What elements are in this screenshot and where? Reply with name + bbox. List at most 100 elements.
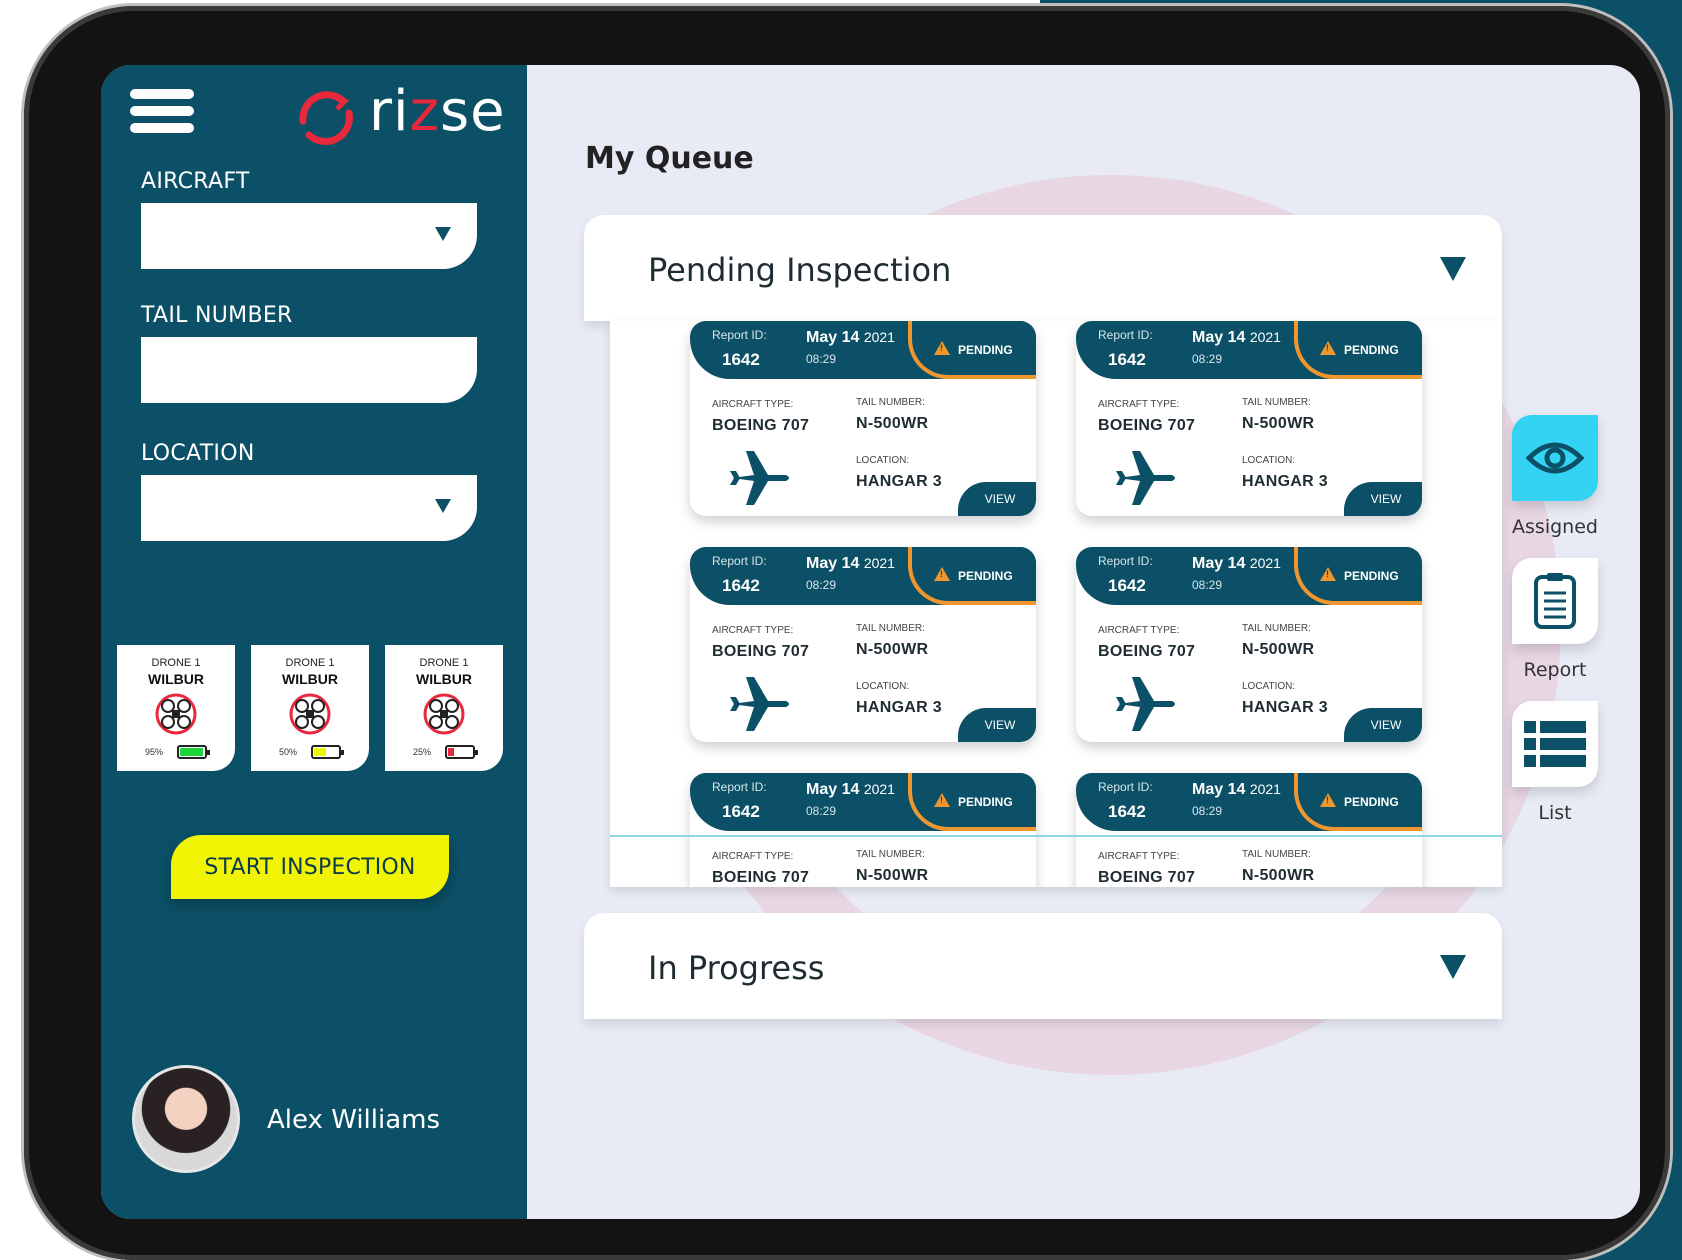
report-time: 08:29 (806, 352, 837, 366)
tail-number-value: N-500WR (856, 867, 929, 884)
location-value: HANGAR 3 (1242, 699, 1328, 716)
inspection-card[interactable]: Report ID: 1642 May 14 2021 08:29 PENDING AIR… (1076, 773, 1422, 887)
list-button[interactable] (1512, 701, 1598, 787)
airplane-icon (730, 451, 789, 505)
view-button[interactable]: VIEW (1344, 482, 1422, 516)
aircraft-type-value: BOEING 707 (712, 417, 810, 434)
status-badge: PENDING (1294, 547, 1422, 605)
tail-number-label: TAIL NUMBER: (1242, 397, 1311, 408)
inspection-card[interactable]: Report ID: 1642 May 14 2021 08:29 PENDING AIR… (690, 547, 1036, 742)
app-screen: rizse AIRCRAFT TAIL NUMBER LOCATION DRON… (101, 65, 1640, 1219)
report-id-label: Report ID: (712, 554, 767, 568)
airplane-icon (1116, 451, 1175, 505)
battery-icon (177, 745, 211, 759)
aircraft-type-value: BOEING 707 (1098, 643, 1196, 660)
warning-icon (1320, 793, 1336, 807)
view-button[interactable]: VIEW (958, 482, 1036, 516)
inspection-card[interactable]: Report ID: 1642 May 14 2021 08:29 PENDING AIR… (1076, 321, 1422, 516)
page-title: My Queue (585, 141, 754, 176)
status-badge: PENDING (1294, 773, 1422, 831)
tail-number-label: TAIL NUMBER: (1242, 849, 1311, 860)
section-in-progress[interactable]: In Progress (584, 913, 1502, 1019)
location-dropdown[interactable] (141, 475, 477, 541)
list-icon (1524, 721, 1586, 767)
aircraft-type-value: BOEING 707 (1098, 417, 1196, 434)
report-date: May 14 2021 (806, 781, 895, 798)
aircraft-type-label: AIRCRAFT TYPE: (1098, 625, 1180, 636)
inspection-card[interactable]: Report ID: 1642 May 14 2021 08:29 PENDING AIR… (690, 773, 1036, 887)
report-id: 1642 (722, 350, 760, 369)
aircraft-type-label: AIRCRAFT TYPE: (1098, 851, 1180, 862)
drone-name: WILBUR (282, 671, 338, 687)
drone-name: WILBUR (416, 671, 472, 687)
aircraft-dropdown[interactable] (141, 203, 477, 269)
tail-number-value: N-500WR (856, 415, 929, 432)
eye-icon (1526, 442, 1584, 474)
battery-icon (311, 745, 345, 759)
report-button[interactable] (1512, 558, 1598, 644)
report-id-label: Report ID: (1098, 780, 1153, 794)
start-inspection-button[interactable]: START INSPECTION (171, 835, 449, 899)
rizse-logo: rizse (291, 77, 541, 157)
tail-number-value: N-500WR (1242, 415, 1315, 432)
chevron-down-icon (435, 227, 451, 241)
aircraft-type-label: AIRCRAFT TYPE: (712, 625, 794, 636)
inspection-card[interactable]: Report ID: 1642 May 14 2021 08:29 PENDING AIR… (1076, 547, 1422, 742)
report-date: May 14 2021 (1192, 555, 1281, 572)
report-time: 08:29 (1192, 352, 1223, 366)
tail-number-label: TAIL NUMBER: (1242, 623, 1311, 634)
drone-icon (423, 693, 465, 735)
report-id-label: Report ID: (1098, 328, 1153, 342)
card-header: Report ID: 1642 May 14 2021 08:29 PENDING (1076, 547, 1422, 605)
location-label: LOCATION (141, 441, 255, 466)
card-header: Report ID: 1642 May 14 2021 08:29 PENDING (1076, 773, 1422, 831)
drone-card[interactable]: DRONE 1 WILBUR 95% (117, 645, 235, 771)
aircraft-type-label: AIRCRAFT TYPE: (712, 851, 794, 862)
warning-icon (934, 341, 950, 355)
chevron-down-icon (1440, 257, 1466, 281)
location-value: HANGAR 3 (856, 699, 942, 716)
menu-icon[interactable] (130, 89, 194, 133)
section-title: In Progress (648, 949, 825, 987)
status-badge: PENDING (908, 321, 1036, 379)
aircraft-type-value: BOEING 707 (1098, 869, 1196, 886)
pending-cards-container[interactable]: Report ID: 1642 May 14 2021 08:29 PENDING AIR… (610, 321, 1502, 887)
drone-sub: DRONE 1 (419, 657, 469, 669)
location-label: LOCATION: (856, 681, 910, 692)
tail-number-field[interactable] (141, 337, 477, 403)
report-id: 1642 (1108, 350, 1146, 369)
tail-number-value: N-500WR (1242, 867, 1315, 884)
drone-name: WILBUR (148, 671, 204, 687)
report-date: May 14 2021 (806, 329, 895, 346)
section-pending-inspection[interactable]: Pending Inspection (584, 215, 1502, 321)
assigned-button[interactable] (1512, 415, 1598, 501)
inspection-card[interactable]: Report ID: 1642 May 14 2021 08:29 PENDING AIR… (690, 321, 1036, 516)
battery-percent: 50% (279, 747, 298, 757)
report-id-label: Report ID: (712, 780, 767, 794)
location-label: LOCATION: (1242, 455, 1296, 466)
assigned-label: Assigned (1512, 516, 1598, 538)
report-time: 08:29 (806, 578, 837, 592)
view-button[interactable]: VIEW (958, 708, 1036, 742)
report-date: May 14 2021 (1192, 329, 1281, 346)
drone-card[interactable]: DRONE 1 WILBUR 50% (251, 645, 369, 771)
report-date: May 14 2021 (1192, 781, 1281, 798)
location-value: HANGAR 3 (856, 473, 942, 490)
aircraft-label: AIRCRAFT (141, 169, 250, 194)
drone-icon (155, 693, 197, 735)
report-time: 08:29 (1192, 578, 1223, 592)
section-title: Pending Inspection (648, 251, 952, 289)
location-label: LOCATION: (1242, 681, 1296, 692)
drone-card[interactable]: DRONE 1 WILBUR 25% (385, 645, 503, 771)
report-id-label: Report ID: (712, 328, 767, 342)
status-badge: PENDING (908, 773, 1036, 831)
report-id: 1642 (1108, 802, 1146, 821)
view-button[interactable]: VIEW (1344, 708, 1422, 742)
report-id: 1642 (722, 576, 760, 595)
avatar[interactable] (132, 1065, 240, 1173)
location-label: LOCATION: (856, 455, 910, 466)
tail-number-value: N-500WR (856, 641, 929, 658)
aircraft-type-value: BOEING 707 (712, 643, 810, 660)
battery-percent: 25% (413, 747, 432, 757)
report-label: Report (1523, 659, 1587, 681)
